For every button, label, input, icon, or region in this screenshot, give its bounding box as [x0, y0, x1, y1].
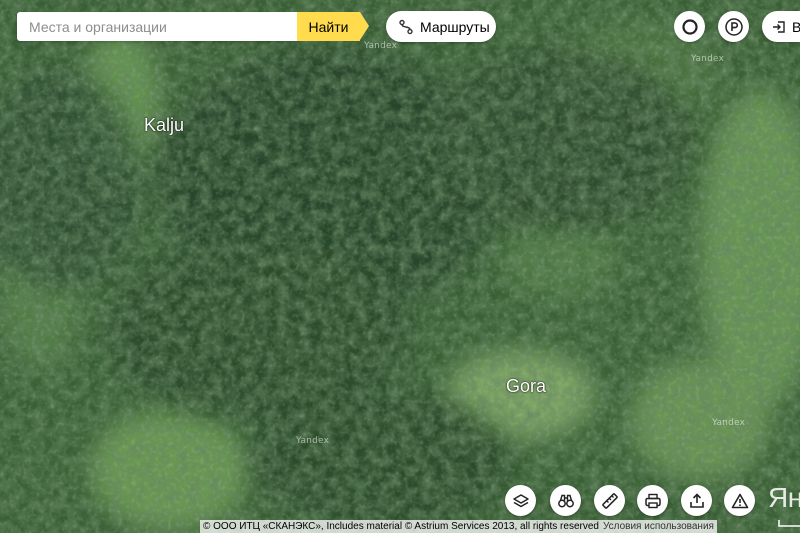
panorama-icon — [557, 494, 574, 507]
search-box — [17, 12, 298, 41]
login-icon — [773, 20, 785, 33]
map-watermark: Yandex — [691, 54, 725, 64]
parking-button[interactable] — [718, 11, 749, 42]
search-button-label: Найти — [308, 18, 349, 35]
search-button-arrow — [360, 12, 369, 40]
place-label-gora[interactable]: Gora — [506, 376, 546, 397]
map-watermark: Yandex — [364, 41, 398, 51]
alice-icon — [681, 18, 698, 35]
login-label: В — [792, 18, 800, 35]
satellite-map[interactable]: Yandex Yandex Yandex Yandex Kalju Gora — [0, 0, 800, 533]
yandex-logo: Янд — [768, 482, 800, 513]
scale-bar — [778, 520, 800, 527]
share-icon — [689, 492, 704, 508]
route-icon — [399, 19, 413, 34]
copyright-bar: © ООО ИТЦ «СКАНЭКС», Includes material ©… — [200, 520, 717, 533]
login-button[interactable]: В — [762, 11, 800, 42]
report-error-icon — [731, 493, 748, 508]
ruler-icon — [601, 492, 618, 509]
map-watermark: Yandex — [712, 418, 746, 428]
parking-icon — [724, 17, 743, 36]
copyright-text: © ООО ИТЦ «СКАНЭКС», Includes material ©… — [203, 521, 599, 532]
layers-icon — [512, 493, 529, 507]
place-label-kalju[interactable]: Kalju — [144, 115, 184, 136]
map-watermark: Yandex — [296, 436, 330, 446]
layers-button[interactable] — [505, 485, 536, 516]
ruler-button[interactable] — [594, 485, 625, 516]
alice-button[interactable] — [674, 11, 705, 42]
print-button[interactable] — [637, 485, 668, 516]
share-button[interactable] — [681, 485, 712, 516]
satellite-imagery — [0, 0, 800, 533]
search-button[interactable]: Найти — [297, 12, 360, 41]
routes-button-label: Маршруты — [420, 18, 490, 35]
report-error-button[interactable] — [724, 485, 755, 516]
panorama-button[interactable] — [550, 485, 581, 516]
terms-link[interactable]: Условия использования — [603, 521, 714, 532]
search-input[interactable] — [17, 12, 298, 41]
routes-button[interactable]: Маршруты — [386, 11, 496, 42]
print-icon — [644, 493, 661, 508]
